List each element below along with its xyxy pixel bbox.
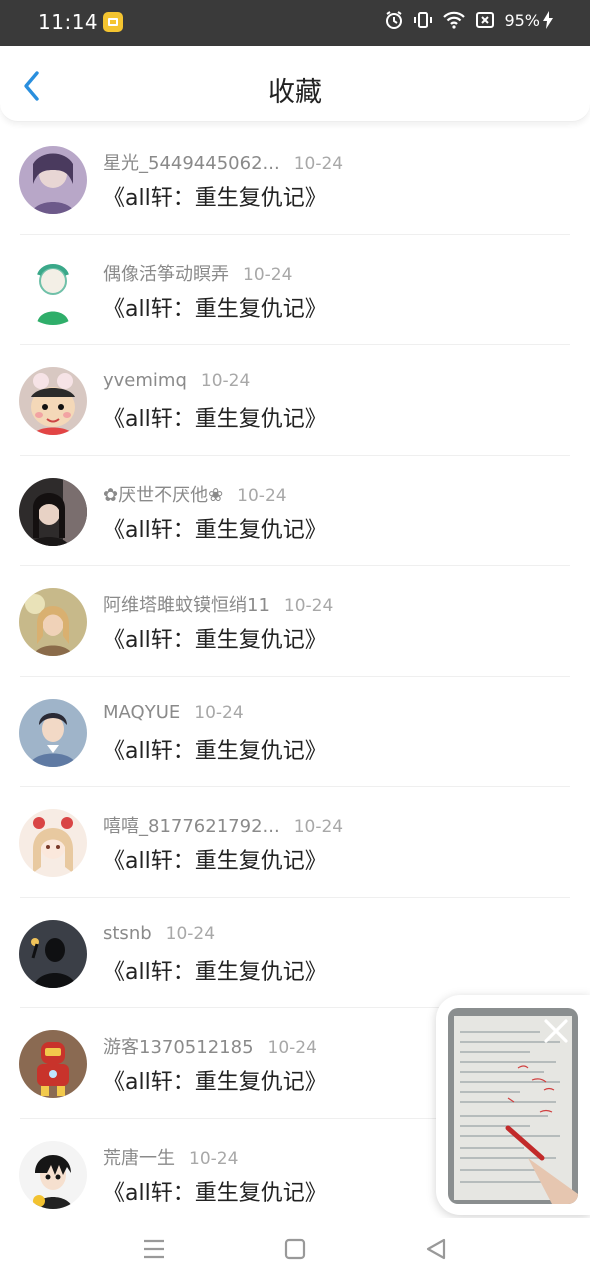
gallery-app-icon	[103, 12, 123, 32]
item-meta: 阿维塔雎蚊镆恒绡11 10-24	[103, 591, 333, 617]
wifi-icon	[442, 10, 466, 30]
battery-percent: 95%	[504, 10, 540, 30]
user-name[interactable]: ✿厌世不厌他❀	[103, 485, 223, 506]
alarm-icon	[384, 10, 404, 30]
status-time: 11:14	[38, 10, 99, 34]
item-date: 10-24	[165, 923, 216, 944]
item-date: 10-24	[293, 154, 344, 174]
avatar[interactable]	[19, 809, 87, 877]
vibrate-icon	[413, 10, 433, 30]
item-meta: yvemimq 10-24	[103, 370, 250, 391]
item-date: 10-24	[194, 702, 244, 723]
item-date: 10-24	[267, 1038, 317, 1058]
header: 收藏	[0, 46, 590, 122]
sim-blocked-icon	[475, 10, 495, 30]
avatar[interactable]	[19, 698, 87, 767]
avatar[interactable]	[19, 367, 87, 435]
user-name[interactable]: stsnb	[103, 923, 152, 944]
item-date: 10-24	[283, 596, 334, 616]
avatar[interactable]	[19, 588, 87, 656]
avatar[interactable]	[19, 477, 87, 546]
user-name[interactable]: 荒唐一生	[103, 1148, 175, 1169]
list-item[interactable]: 星光_5449445062... 10-24 《all轩：重生复仇记》	[0, 124, 590, 235]
book-title[interactable]: 《all轩：重生复仇记》	[103, 180, 327, 212]
list-item[interactable]: yvemimq 10-24 《all轩：重生复仇记》	[0, 345, 590, 456]
user-name[interactable]: 偶像活筝动瞑弄	[103, 264, 229, 285]
item-meta: ✿厌世不厌他❀ 10-24	[103, 481, 287, 507]
book-title[interactable]: 《all轩：重生复仇记》	[103, 291, 327, 323]
item-meta: MAQYUE 10-24	[103, 702, 244, 723]
user-name[interactable]: MAQYUE	[103, 702, 180, 723]
avatar[interactable]	[19, 1140, 87, 1209]
charging-bolt-icon	[543, 11, 553, 29]
avatar[interactable]	[19, 919, 87, 988]
avatar[interactable]	[19, 146, 87, 214]
user-name[interactable]: 游客1370512185	[103, 1037, 254, 1058]
book-title[interactable]: 《all轩：重生复仇记》	[103, 622, 327, 654]
avatar[interactable]	[19, 256, 87, 325]
user-name[interactable]: 阿维塔雎蚊镆恒绡11	[103, 595, 270, 616]
item-meta: stsnb 10-24	[103, 923, 215, 944]
list-item[interactable]: 阿维塔雎蚊镆恒绡11 10-24 《all轩：重生复仇记》	[0, 566, 590, 677]
item-date: 10-24	[243, 264, 293, 285]
nav-bar	[0, 1218, 590, 1280]
home-square-icon[interactable]	[278, 1232, 312, 1266]
item-meta: 游客1370512185 10-24	[103, 1033, 317, 1059]
item-meta: 星光_5449445062... 10-24	[103, 149, 343, 175]
item-meta: 偶像活筝动瞑弄 10-24	[103, 260, 292, 286]
user-name[interactable]: 星光_5449445062...	[103, 153, 280, 174]
user-name[interactable]: 嘻嘻_8177621792...	[103, 816, 280, 837]
close-icon[interactable]	[542, 1017, 570, 1045]
list-item[interactable]: ✿厌世不厌他❀ 10-24 《all轩：重生复仇记》	[0, 456, 590, 566]
book-title[interactable]: 《all轩：重生复仇记》	[103, 1064, 327, 1096]
user-name[interactable]: yvemimq	[103, 370, 187, 391]
list-item[interactable]: MAQYUE 10-24 《all轩：重生复仇记》	[0, 677, 590, 787]
book-title[interactable]: 《all轩：重生复仇记》	[103, 1175, 327, 1207]
book-title[interactable]: 《all轩：重生复仇记》	[103, 512, 327, 544]
item-meta: 荒唐一生 10-24	[103, 1144, 238, 1170]
book-title[interactable]: 《all轩：重生复仇记》	[103, 401, 327, 433]
item-date: 10-24	[189, 1148, 239, 1169]
status-bar: 11:14 95%	[0, 0, 590, 46]
avatar[interactable]	[19, 1030, 87, 1098]
book-title[interactable]: 《all轩：重生复仇记》	[103, 954, 327, 986]
back-triangle-icon[interactable]	[419, 1232, 453, 1266]
floating-video-window[interactable]	[436, 995, 590, 1215]
menu-icon[interactable]	[137, 1232, 171, 1266]
page-title: 收藏	[268, 77, 322, 108]
list-item[interactable]: 嘻嘻_8177621792... 10-24 《all轩：重生复仇记》	[0, 787, 590, 898]
battery-icon: 95%	[504, 10, 554, 30]
item-date: 10-24	[293, 817, 344, 837]
item-date: 10-24	[200, 371, 251, 391]
book-title[interactable]: 《all轩：重生复仇记》	[103, 733, 327, 765]
book-title[interactable]: 《all轩：重生复仇记》	[103, 843, 327, 875]
list-item[interactable]: stsnb 10-24 《all轩：重生复仇记》	[0, 898, 590, 1008]
item-meta: 嘻嘻_8177621792... 10-24	[103, 812, 343, 838]
list-item[interactable]: 偶像活筝动瞑弄 10-24 《all轩：重生复仇记》	[0, 235, 590, 345]
item-date: 10-24	[237, 485, 287, 506]
